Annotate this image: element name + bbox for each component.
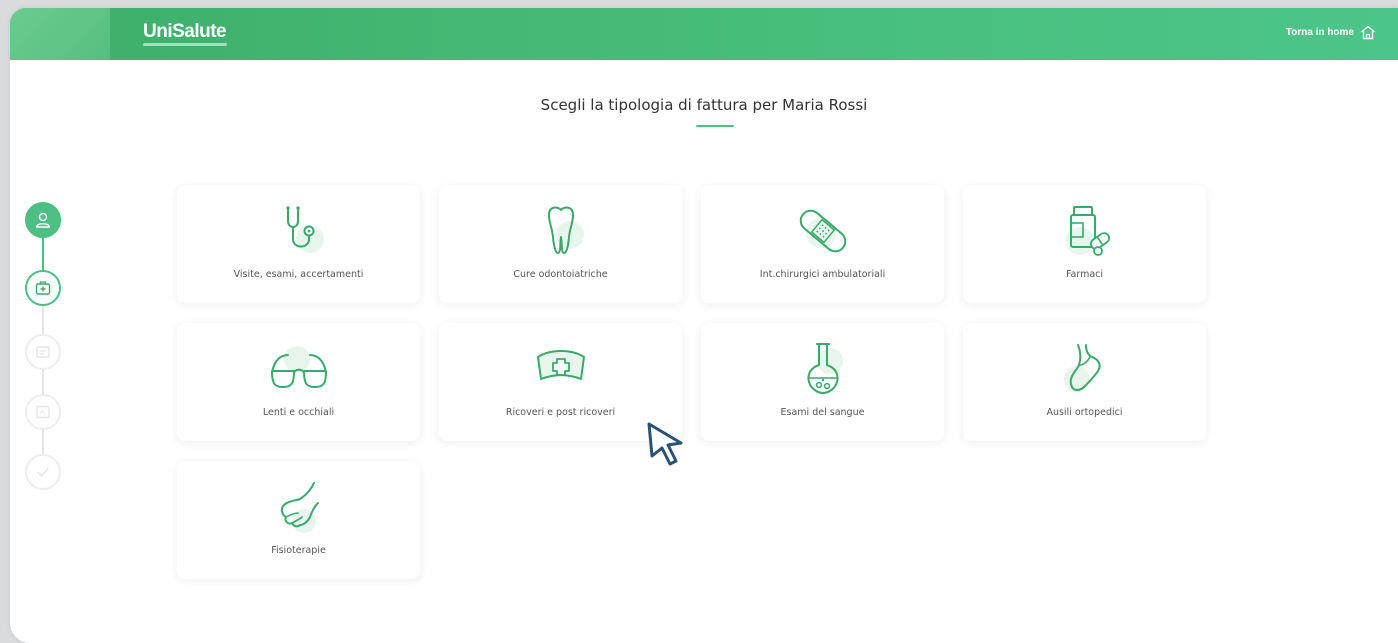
app-window: UniSalute Torna in home Scegli la tipolo…: [10, 8, 1398, 643]
step-upload[interactable]: [25, 394, 61, 430]
user-icon: [35, 212, 51, 228]
top-bar: UniSalute Torna in home: [10, 8, 1398, 60]
stepper-line-todo: [42, 306, 44, 476]
progress-stepper: [25, 198, 61, 498]
card-int-chirurgici[interactable]: Int.chirurgici ambulatoriali: [701, 185, 944, 303]
step-invoice[interactable]: [25, 334, 61, 370]
flask-icon: [806, 343, 843, 394]
card-label: Ausili ortopedici: [1046, 407, 1123, 418]
stethoscope-icon: [285, 206, 324, 253]
card-esami-sangue[interactable]: Esami del sangue: [701, 323, 944, 441]
card-label: Visite, esami, accertamenti: [233, 269, 364, 280]
check-icon: [37, 467, 49, 477]
card-label: Farmaci: [1065, 269, 1104, 280]
logo-tagline-bar: [143, 43, 227, 46]
step-user[interactable]: [25, 202, 61, 238]
top-bar-corner: [10, 8, 110, 60]
card-fisioterapie[interactable]: Fisioterapie: [177, 461, 420, 579]
card-farmaci[interactable]: Farmaci: [963, 185, 1206, 303]
glasses-icon: [270, 346, 327, 388]
foot-icon: [1063, 344, 1101, 392]
mouse-cursor-icon: [647, 422, 683, 466]
card-label: Fisioterapie: [271, 545, 326, 556]
home-icon: [1361, 25, 1375, 40]
card-label: Cure odontoiatriche: [513, 269, 608, 280]
home-link[interactable]: Torna in home: [1286, 25, 1376, 40]
medical-kit-icon: [35, 281, 51, 295]
card-cure-odontoiatriche[interactable]: Cure odontoiatriche: [439, 185, 682, 303]
card-label: Lenti e occhiali: [262, 407, 335, 418]
stepper-line-done: [42, 232, 44, 272]
upload-document-icon: [36, 405, 50, 419]
page-title: Scegli la tipologia di fattura per Maria…: [540, 96, 868, 114]
card-visite-esami[interactable]: Visite, esami, accertamenti: [177, 185, 420, 303]
bandage-icon: [799, 209, 846, 253]
card-ausili-ortopedici[interactable]: Ausili ortopedici: [963, 323, 1206, 441]
step-medical[interactable]: [25, 270, 61, 306]
card-label: Int.chirurgici ambulatoriali: [759, 269, 886, 280]
card-label: Ricoveri e post ricoveri: [505, 407, 616, 418]
home-link-label: Torna in home: [1285, 27, 1354, 38]
nurse-cap-icon: [536, 350, 585, 380]
medicine-bottle-icon: [1065, 206, 1110, 256]
tooth-icon: [547, 206, 584, 254]
step-confirm[interactable]: [25, 454, 61, 490]
hand-icon: [280, 482, 319, 533]
title-underline: [696, 125, 734, 127]
card-lenti-occhiali[interactable]: Lenti e occhiali: [177, 323, 420, 441]
invoice-icon: [36, 346, 50, 358]
unisalute-logo[interactable]: UniSalute: [143, 21, 227, 43]
card-label: Esami del sangue: [780, 407, 865, 418]
